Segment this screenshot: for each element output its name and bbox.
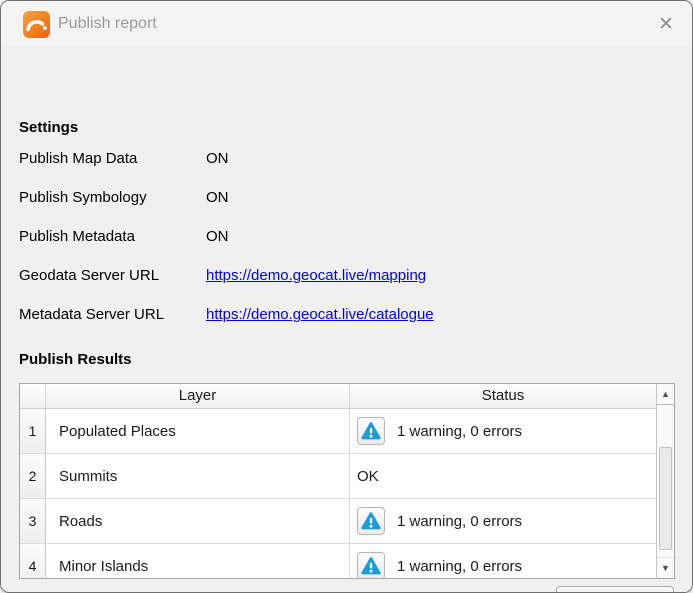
layer-cell: Populated Places [47, 409, 350, 453]
header-corner-cell [20, 384, 46, 408]
warning-icon[interactable] [357, 417, 385, 445]
dialog-content: Settings Publish Map Data ON Publish Sym… [1, 46, 692, 592]
close-icon[interactable]: ✕ [650, 8, 682, 40]
server-url-link[interactable]: https://demo.geocat.live/catalogue [206, 305, 434, 325]
table-row[interactable]: 1 Populated Places 1 warning, 0 errors [20, 409, 656, 454]
setting-row: Geodata Server URL https://demo.geocat.l… [19, 266, 674, 286]
row-number-cell: 2 [20, 454, 46, 498]
vertical-scrollbar[interactable]: ▲ ▼ [656, 384, 674, 578]
setting-label: Geodata Server URL [19, 267, 160, 284]
publish-report-dialog: Publish report ✕ Settings Publish Map Da… [0, 0, 693, 593]
layer-cell: Roads [47, 499, 350, 543]
column-header-layer[interactable]: Layer [46, 384, 350, 409]
table-header: Layer Status [20, 384, 656, 409]
status-text: 1 warning, 0 errors [397, 557, 523, 575]
table-row[interactable]: 4 Minor Islands 1 warning, 0 errors [20, 544, 656, 578]
results-table: 1 Populated Places 1 warning, 0 errors 2… [19, 383, 675, 579]
setting-value: ON [206, 150, 229, 167]
status-text: OK [357, 467, 379, 485]
geocat-bridge-icon [23, 11, 50, 38]
status-cell: 1 warning, 0 errors [351, 409, 656, 453]
setting-label: Publish Map Data [19, 150, 138, 167]
warning-icon[interactable] [357, 552, 385, 578]
status-cell: OK [351, 454, 656, 498]
status-cell: 1 warning, 0 errors [351, 499, 656, 543]
server-url-link[interactable]: https://demo.geocat.live/mapping [206, 266, 426, 286]
status-text: 1 warning, 0 errors [397, 422, 523, 440]
setting-label: Metadata Server URL [19, 306, 165, 323]
warning-icon[interactable] [357, 507, 385, 535]
setting-label: Publish Symbology [19, 189, 147, 206]
column-header-status[interactable]: Status [350, 384, 656, 409]
setting-value: ON [206, 189, 229, 206]
status-text: 1 warning, 0 errors [397, 512, 523, 530]
results-heading: Publish Results [19, 351, 132, 368]
setting-row: Metadata Server URL https://demo.geocat.… [19, 305, 674, 325]
settings-heading: Settings [19, 119, 79, 136]
scroll-up-icon[interactable]: ▲ [657, 384, 674, 405]
setting-value: ON [206, 228, 229, 245]
status-cell: 1 warning, 0 errors [351, 544, 656, 578]
setting-row: Publish Metadata ON [19, 227, 674, 247]
window-title: Publish report [58, 15, 157, 32]
table-row[interactable]: 2 Summits OK [20, 454, 656, 499]
row-number-cell: 4 [20, 544, 46, 578]
row-number-cell: 1 [20, 409, 46, 453]
scroll-down-icon[interactable]: ▼ [657, 557, 674, 578]
setting-row: Publish Map Data ON [19, 149, 674, 169]
title-bar: Publish report ✕ [1, 1, 692, 46]
row-number-cell: 3 [20, 499, 46, 543]
layer-cell: Summits [47, 454, 350, 498]
table-row[interactable]: 3 Roads 1 warning, 0 errors [20, 499, 656, 544]
setting-label: Publish Metadata [19, 228, 135, 245]
scrollbar-thumb[interactable] [659, 447, 672, 550]
results-rows: 1 Populated Places 1 warning, 0 errors 2… [20, 384, 656, 578]
setting-row: Publish Symbology ON [19, 188, 674, 208]
layer-cell: Minor Islands [47, 544, 350, 578]
ok-button[interactable]: OK [556, 586, 674, 592]
